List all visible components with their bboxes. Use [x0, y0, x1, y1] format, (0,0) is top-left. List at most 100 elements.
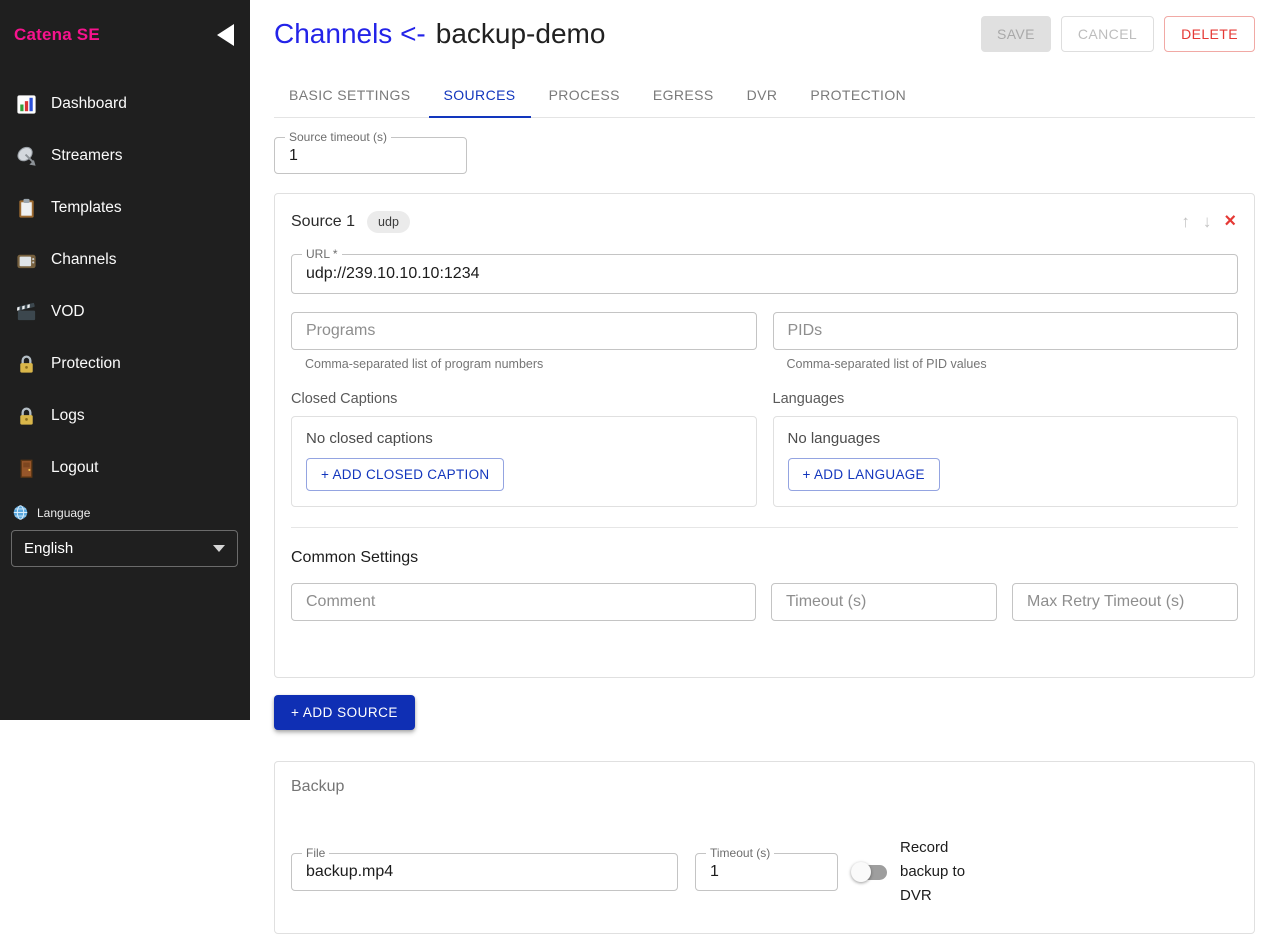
max-retry-timeout-input[interactable] [1013, 584, 1237, 620]
add-closed-caption-button[interactable]: + ADD CLOSED CAPTION [306, 458, 504, 491]
main-content: Channels <- backup-demo SAVE CANCEL DELET… [250, 16, 1280, 934]
channel-name: backup-demo [436, 18, 606, 49]
sidebar-item-label: Channels [51, 251, 117, 269]
add-language-button[interactable]: + ADD LANGUAGE [788, 458, 940, 491]
backup-file-label: File [302, 847, 329, 859]
pids-field [773, 312, 1239, 350]
pids-helper-text: Comma-separated list of PID values [787, 357, 1239, 371]
save-button[interactable]: SAVE [981, 16, 1051, 52]
clapperboard-icon [14, 300, 38, 324]
languages-col: Languages No languages + ADD LANGUAGE [773, 371, 1239, 507]
backup-card: Backup File Timeout (s) Record backup to… [274, 761, 1255, 934]
backup-fields-row: File Timeout (s) Record backup to DVR [291, 836, 1238, 908]
tab-egress[interactable]: EGRESS [638, 74, 729, 117]
toggle-thumb [851, 862, 871, 882]
language-label-row: Language [0, 504, 250, 521]
pids-col: Comma-separated list of PID values [773, 312, 1239, 371]
tab-dvr[interactable]: DVR [732, 74, 793, 117]
backup-file-field: File [291, 853, 678, 891]
common-timeout-input[interactable] [772, 584, 996, 620]
lock-icon [14, 352, 38, 376]
app-logo: Catena SE [14, 25, 100, 45]
closed-captions-label: Closed Captions [291, 391, 757, 407]
source-timeout-label: Source timeout (s) [285, 131, 391, 143]
comment-field [291, 583, 756, 621]
language-selected-value: English [24, 540, 73, 557]
title-actions: SAVE CANCEL DELETE [981, 16, 1255, 52]
title-row: Channels <- backup-demo SAVE CANCEL DELET… [274, 16, 1255, 52]
add-source-button[interactable]: + ADD SOURCE [274, 695, 415, 730]
sidebar-item-label: Logout [51, 459, 98, 477]
move-down-icon[interactable]: ↓ [1201, 212, 1214, 232]
programs-input[interactable] [292, 313, 756, 349]
tab-basic-settings[interactable]: BASIC SETTINGS [274, 74, 426, 117]
sidebar-item-label: Protection [51, 355, 121, 373]
url-field: URL * [291, 254, 1238, 294]
source-timeout-field: Source timeout (s) [274, 137, 467, 174]
record-backup-toggle[interactable] [853, 865, 887, 880]
sidebar-item-label: Dashboard [51, 95, 127, 113]
programs-col: Comma-separated list of program numbers [291, 312, 757, 371]
sidebar-item-dashboard[interactable]: Dashboard [0, 78, 250, 130]
tab-protection[interactable]: PROTECTION [795, 74, 921, 117]
source-card-title: Source 1 [291, 213, 355, 231]
sidebar-item-label: Streamers [51, 147, 123, 165]
sidebar-item-protection[interactable]: Protection [0, 338, 250, 390]
sidebar-item-logs[interactable]: Logs [0, 390, 250, 442]
captions-languages-row: Closed Captions No closed captions + ADD… [291, 371, 1238, 507]
closed-captions-panel: No closed captions + ADD CLOSED CAPTION [291, 416, 757, 507]
programs-pids-row: Comma-separated list of program numbers … [291, 312, 1238, 371]
tab-sources[interactable]: SOURCES [429, 74, 531, 118]
source-card: Source 1 udp ↑ ↓ × URL * Comma-separated… [274, 193, 1255, 678]
tab-process[interactable]: PROCESS [534, 74, 635, 117]
lock-icon [14, 404, 38, 428]
languages-label: Languages [773, 391, 1239, 407]
backup-timeout-label: Timeout (s) [706, 847, 774, 859]
card-divider [291, 527, 1238, 528]
common-settings-title: Common Settings [291, 549, 1238, 567]
closed-captions-empty-text: No closed captions [306, 430, 742, 447]
remove-source-icon[interactable]: × [1222, 210, 1238, 233]
common-timeout-field [771, 583, 997, 621]
language-select[interactable]: English [11, 530, 238, 567]
sidebar-nav: Dashboard Streamers Templates Channels V… [0, 78, 250, 494]
source-card-actions: ↑ ↓ × [1179, 210, 1238, 233]
protocol-badge: udp [367, 211, 410, 233]
url-input[interactable] [292, 255, 1237, 293]
move-up-icon[interactable]: ↑ [1179, 212, 1192, 232]
languages-panel: No languages + ADD LANGUAGE [773, 416, 1239, 507]
source-card-header: Source 1 udp ↑ ↓ × [291, 210, 1238, 233]
common-settings-row [291, 583, 1238, 621]
backup-file-input[interactable] [292, 854, 677, 890]
sidebar-item-channels[interactable]: Channels [0, 234, 250, 286]
satellite-icon [14, 144, 38, 168]
language-label: Language [37, 506, 90, 520]
sidebar-item-label: Logs [51, 407, 85, 425]
sidebar-item-vod[interactable]: VOD [0, 286, 250, 338]
collapse-left-icon[interactable] [217, 24, 234, 46]
page-title: Channels <- backup-demo [274, 18, 605, 50]
programs-helper-text: Comma-separated list of program numbers [305, 357, 757, 371]
sidebar-item-streamers[interactable]: Streamers [0, 130, 250, 182]
chevron-down-icon [213, 545, 225, 552]
sidebar: Catena SE Dashboard Streamers Templates [0, 0, 250, 720]
max-retry-timeout-field [1012, 583, 1238, 621]
closed-captions-col: Closed Captions No closed captions + ADD… [291, 371, 757, 507]
delete-button[interactable]: DELETE [1164, 16, 1255, 52]
globe-icon [12, 504, 29, 521]
sidebar-header: Catena SE [0, 0, 250, 46]
cancel-button[interactable]: CANCEL [1061, 16, 1154, 52]
bar-chart-icon [14, 92, 38, 116]
door-icon [14, 456, 38, 480]
record-backup-toggle-group: Record backup to DVR [853, 836, 980, 908]
record-backup-label: Record backup to DVR [900, 836, 980, 908]
comment-input[interactable] [292, 584, 755, 620]
pids-input[interactable] [774, 313, 1238, 349]
tv-icon [14, 248, 38, 272]
sidebar-item-logout[interactable]: Logout [0, 442, 250, 494]
breadcrumb-channels-link[interactable]: Channels <- [274, 18, 426, 49]
sidebar-item-label: Templates [51, 199, 122, 217]
backup-title: Backup [291, 778, 1238, 796]
url-label: URL * [302, 248, 342, 260]
sidebar-item-templates[interactable]: Templates [0, 182, 250, 234]
